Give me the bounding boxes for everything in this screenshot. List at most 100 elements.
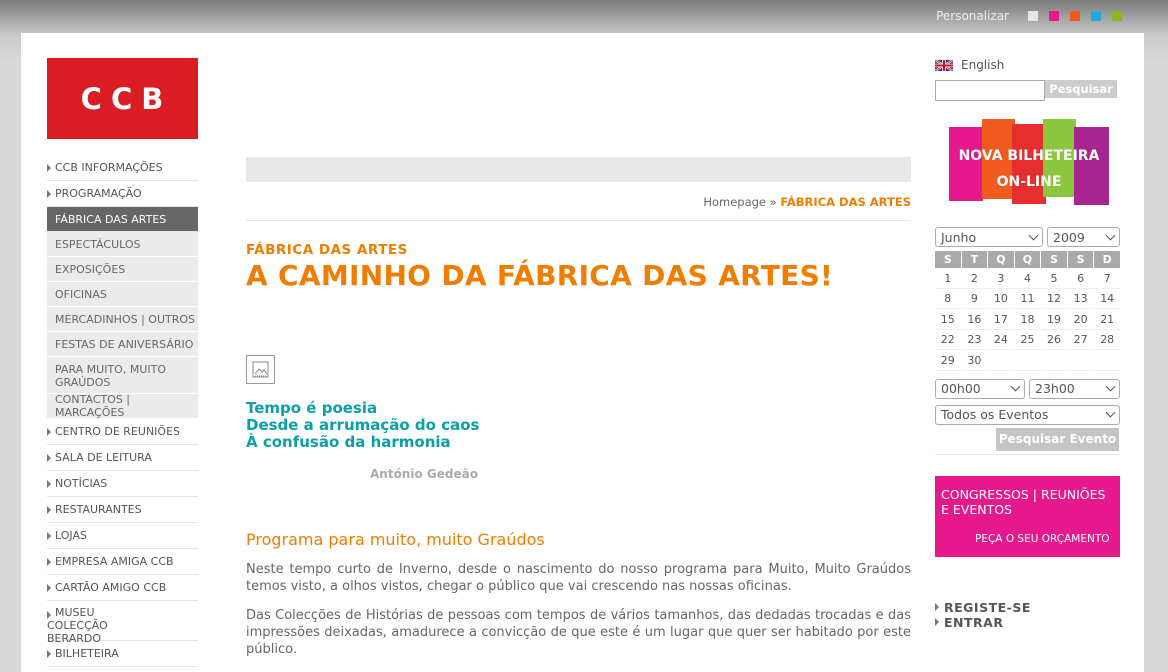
calendar-day[interactable]: 9 (961, 290, 988, 309)
calendar-day[interactable]: 20 (1067, 310, 1094, 330)
breadcrumb-home[interactable]: Homepage (703, 195, 766, 209)
calendar-day[interactable]: 7 (1094, 269, 1120, 289)
calendar-week: 22 23 24 25 26 27 28 (935, 331, 1120, 350)
time-to-select[interactable]: 23h00 (1029, 378, 1120, 399)
logo-text: CCB (80, 81, 173, 116)
calendar-day[interactable]: 13 (1067, 290, 1094, 309)
nav-item-label: EMPRESA AMIGA CCB (55, 555, 174, 568)
calendar-day[interactable]: 1 (935, 269, 961, 289)
theme-swatch-pink[interactable] (1049, 11, 1059, 21)
congressos-banner[interactable]: CONGRESSOS | REUNIÕES E EVENTOS PEÇA O S… (935, 475, 1120, 557)
nav-item[interactable]: BILHETEIRA (47, 641, 198, 667)
broken-image-icon (246, 355, 275, 384)
nav-item[interactable]: SALA DE LEITURA (47, 445, 198, 471)
calendar-day[interactable]: 24 (988, 331, 1014, 350)
chevron-down-icon (1105, 381, 1116, 392)
theme-swatch-gray[interactable] (1028, 11, 1038, 21)
calendar-day[interactable]: 10 (988, 290, 1014, 309)
nav-item[interactable]: EXPOSIÇÕES (47, 257, 198, 282)
account-links: REGISTE-SE ENTRAR (935, 600, 1120, 630)
calendar-day[interactable]: 26 (1041, 331, 1067, 350)
calendar-day[interactable]: 16 (961, 310, 988, 330)
ccb-logo[interactable]: CCB (47, 58, 198, 139)
poem-line: À confusão da harmonia (246, 433, 451, 451)
arrow-right-icon (47, 427, 51, 436)
calendar-day[interactable]: 22 (935, 331, 961, 350)
arrow-right-icon (47, 649, 51, 658)
theme-swatch-green[interactable] (1112, 11, 1122, 21)
nav-item-label: BILHETEIRA (55, 647, 119, 660)
calendar-day[interactable]: 17 (988, 310, 1014, 330)
calendar-day[interactable]: 19 (1041, 310, 1067, 330)
weekday-header: T (961, 251, 988, 268)
calendar-day[interactable]: 27 (1067, 331, 1094, 350)
arrow-right-icon (47, 453, 51, 462)
divider (935, 453, 1120, 455)
nav-item[interactable]: NOTÍCIAS (47, 471, 198, 497)
calendar-day[interactable]: 2 (961, 269, 988, 289)
nav-item[interactable]: MERCADINHOS | OUTROS (47, 307, 198, 332)
banner-cta: PEÇA O SEU ORÇAMENTO (975, 532, 1110, 545)
year-select[interactable]: 2009 (1047, 227, 1120, 247)
weekday-header: Q (988, 251, 1014, 268)
arrow-right-icon (47, 163, 51, 172)
calendar-day[interactable]: 11 (1014, 290, 1041, 309)
nav-item[interactable]: EMPRESA AMIGA CCB (47, 549, 198, 575)
nav-item[interactable]: FESTAS DE ANIVERSÁRIO (47, 332, 198, 357)
nav-item[interactable]: OFICINAS (47, 282, 198, 307)
calendar-day (1041, 351, 1067, 371)
search-input[interactable] (935, 80, 1045, 101)
nav-item[interactable]: MUSEU COLECÇÃO BERARDO (47, 601, 198, 645)
nav-item[interactable]: RESTAURANTES (47, 497, 198, 523)
nav-item-label: CENTRO DE REUNIÕES (55, 425, 181, 438)
nav-item[interactable]: CARTÃO AMIGO CCB (47, 575, 198, 601)
events-filter-select[interactable]: Todos os Eventos (935, 404, 1120, 425)
calendar-day[interactable]: 8 (935, 290, 961, 309)
nav-item[interactable]: PROGRAMAÇÃO (47, 181, 198, 207)
main-content: Homepage » FÁBRICA DAS ARTES FÁBRICA DAS… (246, 157, 911, 658)
nav-item[interactable]: CCB INFORMAÇÕES (47, 155, 198, 181)
calendar-day[interactable]: 12 (1041, 290, 1067, 309)
calendar-day[interactable]: 14 (1094, 290, 1120, 309)
nova-bilheteira-banner[interactable]: NOVA BILHETEIRA ON-LINE (949, 119, 1109, 207)
nav-item[interactable]: ESPECTÁCULOS (47, 232, 198, 257)
article-paragraph: Das Colecções de Histórias de pessoas co… (246, 608, 911, 657)
breadcrumb-separator: » (769, 195, 777, 209)
calendar-day[interactable]: 15 (935, 310, 961, 330)
nav-item[interactable]: LOJAS (47, 523, 198, 549)
nav-item[interactable]: FÁBRICA DAS ARTES (47, 207, 198, 232)
register-link[interactable]: REGISTE-SE (935, 600, 1120, 615)
time-from-select[interactable]: 00h00 (935, 378, 1025, 399)
nav-item-label: EXPOSIÇÕES (55, 262, 126, 276)
nav-item-label: RESTAURANTES (55, 503, 142, 516)
language-switch[interactable]: English (935, 58, 1120, 72)
nav-item-label: MUSEU COLECÇÃO BERARDO (47, 606, 108, 645)
calendar-day[interactable]: 30 (961, 351, 988, 371)
program-title: Programa para muito, muito Graúdos (246, 530, 545, 549)
nav-item-label: CONTACTOS | MARCAÇÕES (55, 393, 131, 419)
personalize-bar: Personalizar (936, 8, 1122, 24)
calendar-day[interactable]: 28 (1094, 331, 1120, 350)
month-select[interactable]: Junho (935, 227, 1043, 247)
calendar-day[interactable]: 5 (1041, 269, 1067, 289)
nav-item-label: FÁBRICA DAS ARTES (55, 212, 167, 226)
calendar-day[interactable]: 4 (1014, 269, 1041, 289)
nav-item[interactable]: CENTRO DE REUNIÕES (47, 419, 198, 445)
calendar-day[interactable]: 23 (961, 331, 988, 350)
theme-swatch-orange[interactable] (1070, 11, 1080, 21)
calendar-week: 15 16 17 18 19 20 21 (935, 310, 1120, 330)
sidebar-nav: CCB INFORMAÇÕES PROGRAMAÇÃO FÁBRICA DAS AR… (47, 155, 198, 667)
theme-swatch-blue[interactable] (1091, 11, 1101, 21)
calendar-week: 29 30 (935, 351, 1120, 371)
nav-item[interactable]: PARA MUITO, MUITO GRAÚDOS (47, 357, 198, 394)
calendar-day[interactable]: 21 (1094, 310, 1120, 330)
calendar-day[interactable]: 18 (1014, 310, 1041, 330)
search-button[interactable]: Pesquisar (1045, 80, 1117, 98)
search-event-button[interactable]: Pesquisar Evento (996, 427, 1119, 451)
calendar-day[interactable]: 29 (935, 351, 961, 371)
calendar-day[interactable]: 6 (1067, 269, 1094, 289)
calendar-day[interactable]: 3 (988, 269, 1014, 289)
login-link[interactable]: ENTRAR (935, 615, 1120, 630)
calendar-day[interactable]: 25 (1014, 331, 1041, 350)
nav-item[interactable]: CONTACTOS | MARCAÇÕES (47, 393, 198, 419)
